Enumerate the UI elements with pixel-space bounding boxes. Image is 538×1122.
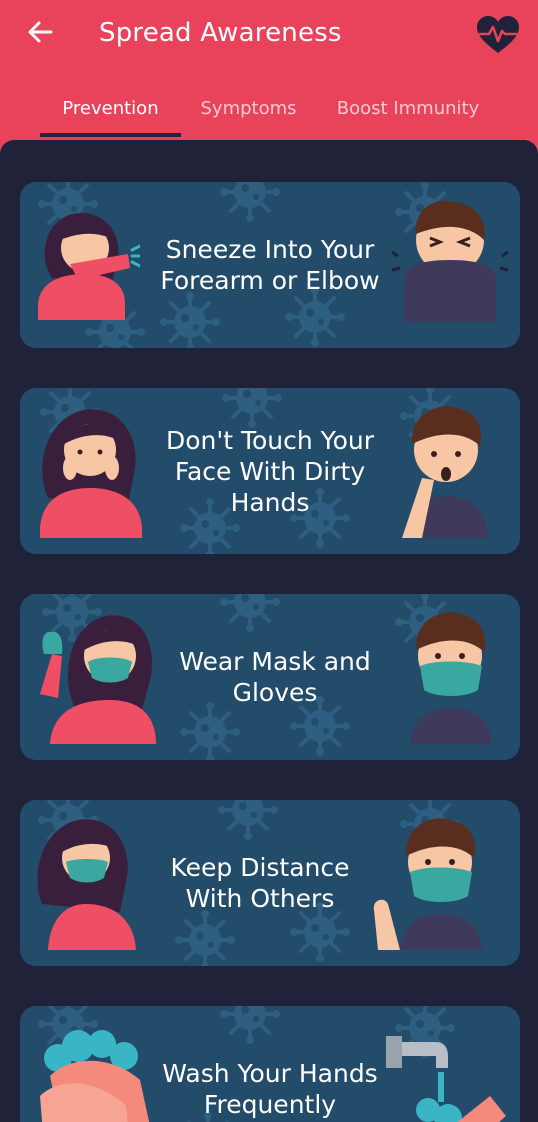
woman-sneezing-illustration xyxy=(38,212,140,320)
tab-boost-immunity[interactable]: Boost Immunity xyxy=(322,88,494,132)
card-label: Sneeze Into Your Forearm or Elbow xyxy=(160,235,380,295)
man-distance-illustration xyxy=(373,818,482,950)
app-bar: Spread Awareness Prevention Symptoms Boo… xyxy=(0,0,538,140)
card-label: Keep Distance With Others xyxy=(170,853,350,913)
card-dont-touch-face[interactable]: Don't Touch Your Face With Dirty Hands xyxy=(20,388,520,554)
woman-distance-illustration xyxy=(37,819,136,950)
card-wear-mask[interactable]: Wear Mask and Gloves xyxy=(20,594,520,760)
health-button[interactable] xyxy=(475,15,521,55)
woman-touching-face-illustration xyxy=(40,409,142,538)
back-button[interactable] xyxy=(22,14,58,50)
woman-mask-gloves-illustration xyxy=(40,615,156,744)
card-label: Wear Mask and Gloves xyxy=(179,647,371,707)
arrow-left-icon xyxy=(28,21,53,43)
man-mask-illustration xyxy=(410,612,492,744)
card-wash-hands[interactable]: Wash Your Hands Frequently xyxy=(20,1006,520,1122)
card-keep-distance[interactable]: Keep Distance With Others xyxy=(20,800,520,966)
tab-symptoms[interactable]: Symptoms xyxy=(190,88,307,132)
page-title: Spread Awareness xyxy=(99,18,342,48)
prevention-list[interactable]: Sneeze Into Your Forearm or Elbow Don't … xyxy=(0,140,538,1122)
man-sneezing-illustration xyxy=(391,200,509,322)
heart-pulse-icon xyxy=(477,16,519,53)
tab-indicator xyxy=(40,133,181,137)
man-touching-face-illustration xyxy=(402,406,488,538)
card-label: Wash Your Hands Frequently xyxy=(162,1059,378,1119)
card-sneeze[interactable]: Sneeze Into Your Forearm or Elbow xyxy=(20,182,520,348)
faucet-hands-illustration xyxy=(386,1036,506,1122)
card-label: Don't Touch Your Face With Dirty Hands xyxy=(165,425,375,517)
tab-bar: Prevention Symptoms Boost Immunity xyxy=(0,88,538,138)
tab-prevention[interactable]: Prevention xyxy=(40,88,181,132)
hands-washing-illustration xyxy=(40,1030,150,1122)
